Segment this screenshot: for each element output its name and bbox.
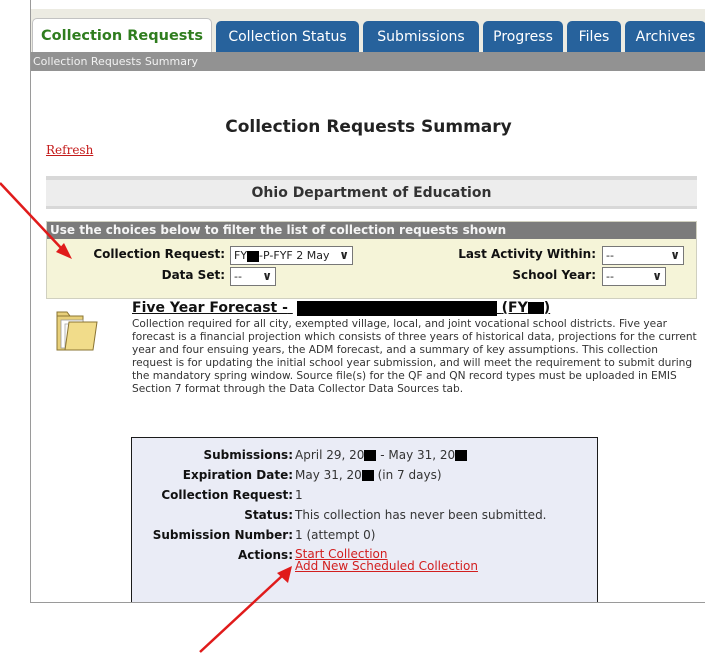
expiration-value: May 31, 20 (in 7 days) [295,468,442,482]
forecast-title-suffix-open: (FY [501,300,528,316]
tab-collection-status[interactable]: Collection Status [216,21,359,52]
collection-details-box: Submissions: April 29, 20 - May 31, 20 E… [131,437,598,602]
expiration-date: May 31, 20 [295,468,362,482]
redacted-block [527,302,544,314]
page-title: Collection Requests Summary [225,117,512,137]
submissions-end: - May 31, 20 [376,448,456,462]
collection-request-select[interactable]: FY -P-FYF 2 May ∨ [230,246,353,265]
last-activity-filter-label: Last Activity Within: [458,247,596,261]
actions-row: Actions: Start Collection Add New Schedu… [132,548,597,578]
collection-request-value: 1 [295,488,303,502]
collection-request-row: Collection Request: 1 [132,488,597,504]
tab-files[interactable]: Files [567,21,621,52]
school-year-select-value: -- [606,270,614,283]
chevron-down-icon: ∨ [670,248,680,262]
last-activity-select-value: -- [606,249,614,262]
last-activity-select[interactable]: -- ∨ [602,246,684,265]
filter-header: Use the choices below to filter the list… [47,222,696,239]
tab-archives[interactable]: Archives [625,21,705,52]
submissions-value: April 29, 20 - May 31, 20 [295,448,468,462]
data-set-select-value: -- [234,270,242,283]
actions-links: Start Collection Add New Scheduled Colle… [295,548,478,572]
submission-number-value: 1 (attempt 0) [295,528,376,542]
expiration-note: (in 7 days) [377,468,442,482]
redacted-block [364,450,377,461]
forecast-title-link[interactable]: Five Year Forecast - (FY) [132,300,550,316]
school-year-select[interactable]: -- ∨ [602,267,666,286]
tab-bar: Collection Requests Collection Status Su… [31,0,705,52]
main-content: Collection Requests Summary Refresh Ohio… [31,71,705,602]
app-window: Collection Requests Collection Status Su… [30,0,705,603]
tab-progress[interactable]: Progress [483,21,563,52]
tab-submissions[interactable]: Submissions [363,21,479,52]
status-label: Status: [244,508,293,522]
forecast-title-prefix: Five Year Forecast - [132,300,288,316]
status-row: Status: This collection has never been s… [132,508,597,524]
filter-panel: Use the choices below to filter the list… [46,221,697,299]
actions-label: Actions: [238,548,293,562]
department-name: Ohio Department of Education [251,185,492,201]
breadcrumb: Collection Requests Summary [31,52,705,71]
data-set-select[interactable]: -- ∨ [230,267,276,286]
data-set-filter-label: Data Set: [161,268,225,282]
submissions-label: Submissions: [203,448,293,462]
status-value: This collection has never been submitted… [295,508,547,522]
expiration-label: Expiration Date: [182,468,293,482]
expiration-row: Expiration Date: May 31, 20 (in 7 days) [132,468,597,484]
refresh-link[interactable]: Refresh [46,143,93,157]
redacted-block [247,250,260,262]
chevron-down-icon: ∨ [339,248,349,262]
redacted-block [296,300,497,316]
collection-request-label: Collection Request: [161,488,293,502]
tab-collection-requests[interactable]: Collection Requests [32,18,212,52]
forecast-description: Collection required for all city, exempt… [132,318,697,395]
forecast-title-suffix-close: ) [543,300,551,316]
chevron-down-icon: ∨ [652,269,662,283]
department-banner: Ohio Department of Education [46,176,697,209]
chevron-down-icon: ∨ [262,269,272,283]
breadcrumb-label: Collection Requests Summary [33,55,198,68]
submissions-start: April 29, 20 [295,448,365,462]
submission-number-label: Submission Number: [152,528,293,542]
redacted-block [455,450,468,461]
collection-request-filter-label: Collection Request: [93,247,225,261]
add-scheduled-collection-link[interactable]: Add New Scheduled Collection [295,559,478,573]
collection-request-select-suffix: -P-FYF 2 May [259,249,330,262]
submissions-row: Submissions: April 29, 20 - May 31, 20 [132,448,597,464]
submission-number-row: Submission Number: 1 (attempt 0) [132,528,597,544]
school-year-filter-label: School Year: [512,268,596,282]
collection-request-select-prefix: FY [234,249,248,262]
redacted-block [361,470,374,481]
folder-icon [56,311,98,351]
